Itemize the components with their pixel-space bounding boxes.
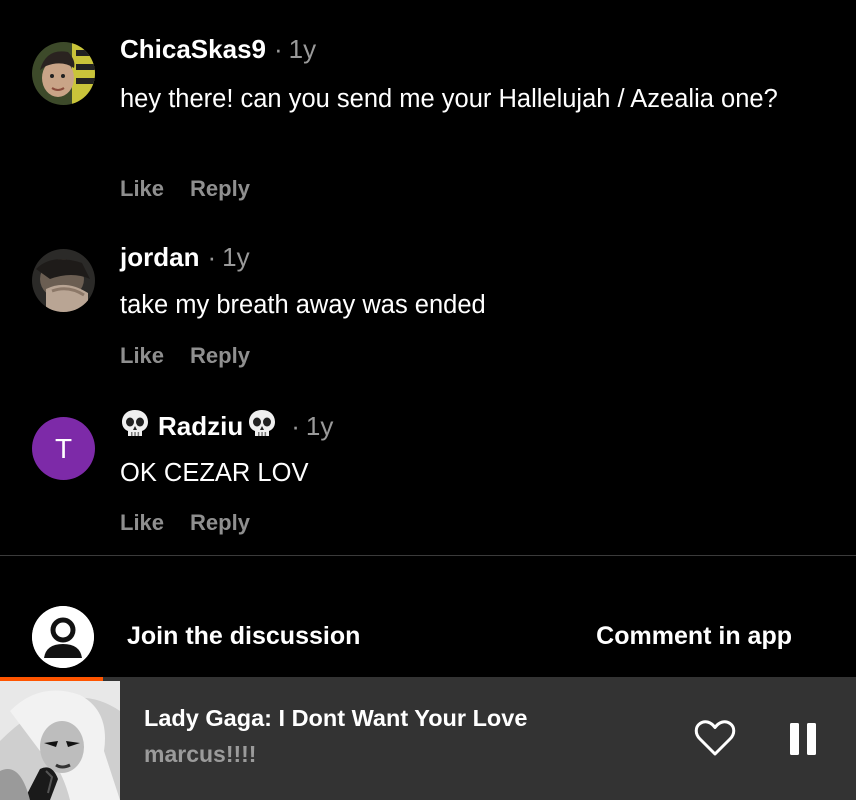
album-art[interactable] bbox=[0, 681, 120, 800]
comment-actions: Like Reply bbox=[120, 510, 250, 536]
pause-icon[interactable] bbox=[790, 723, 816, 755]
join-discussion-bar: Join the discussion Comment in app bbox=[0, 600, 856, 676]
comment-age: 1y bbox=[288, 34, 317, 64]
heart-outline-icon[interactable] bbox=[694, 719, 736, 757]
comment-text: OK CEZAR LOV bbox=[120, 459, 309, 487]
divider bbox=[0, 555, 856, 556]
like-button[interactable]: Like bbox=[120, 176, 164, 202]
comment-text: take my breath away was ended bbox=[120, 291, 486, 319]
like-button[interactable]: Like bbox=[120, 343, 164, 369]
comment-header: ChicaSkas9 · 1y bbox=[120, 34, 316, 65]
track-title[interactable]: Lady Gaga: I Dont Want Your Love bbox=[144, 705, 527, 732]
avatar-letter: T bbox=[54, 432, 73, 464]
comment-actions: Like Reply bbox=[120, 343, 250, 369]
comment-username[interactable]: jordan bbox=[120, 242, 199, 273]
skull-emoji-icon bbox=[120, 408, 150, 445]
default-user-icon[interactable] bbox=[32, 606, 94, 668]
comment-header: jordan · 1y bbox=[120, 242, 250, 273]
comment-text: hey there! can you send me your Halleluj… bbox=[120, 85, 778, 113]
comment-age: 1y bbox=[222, 242, 250, 272]
join-discussion-button[interactable]: Join the discussion bbox=[127, 622, 360, 651]
reply-button[interactable]: Reply bbox=[190, 510, 250, 536]
separator-dot: · bbox=[207, 242, 217, 272]
mini-player[interactable]: Lady Gaga: I Dont Want Your Love marcus!… bbox=[0, 677, 856, 800]
skull-emoji-icon bbox=[247, 408, 277, 445]
commenter-avatar[interactable] bbox=[32, 42, 95, 105]
comment-in-app-button[interactable]: Comment in app bbox=[596, 622, 792, 651]
separator-dot: · bbox=[273, 34, 283, 64]
comment-actions: Like Reply bbox=[120, 176, 250, 202]
comment-username[interactable]: ChicaSkas9 bbox=[120, 34, 266, 65]
comment-age: 1y bbox=[305, 411, 334, 441]
progress-bar[interactable] bbox=[0, 677, 856, 681]
reply-button[interactable]: Reply bbox=[190, 343, 250, 369]
comment-header: Radziu · 1y bbox=[120, 408, 333, 445]
commenter-avatar[interactable]: T bbox=[32, 417, 95, 480]
track-artist[interactable]: marcus!!!! bbox=[144, 741, 256, 768]
separator-dot: · bbox=[291, 411, 300, 441]
commenter-avatar[interactable] bbox=[32, 249, 95, 312]
like-button[interactable]: Like bbox=[120, 510, 164, 536]
reply-button[interactable]: Reply bbox=[190, 176, 250, 202]
comment-username[interactable]: Radziu bbox=[158, 411, 243, 442]
